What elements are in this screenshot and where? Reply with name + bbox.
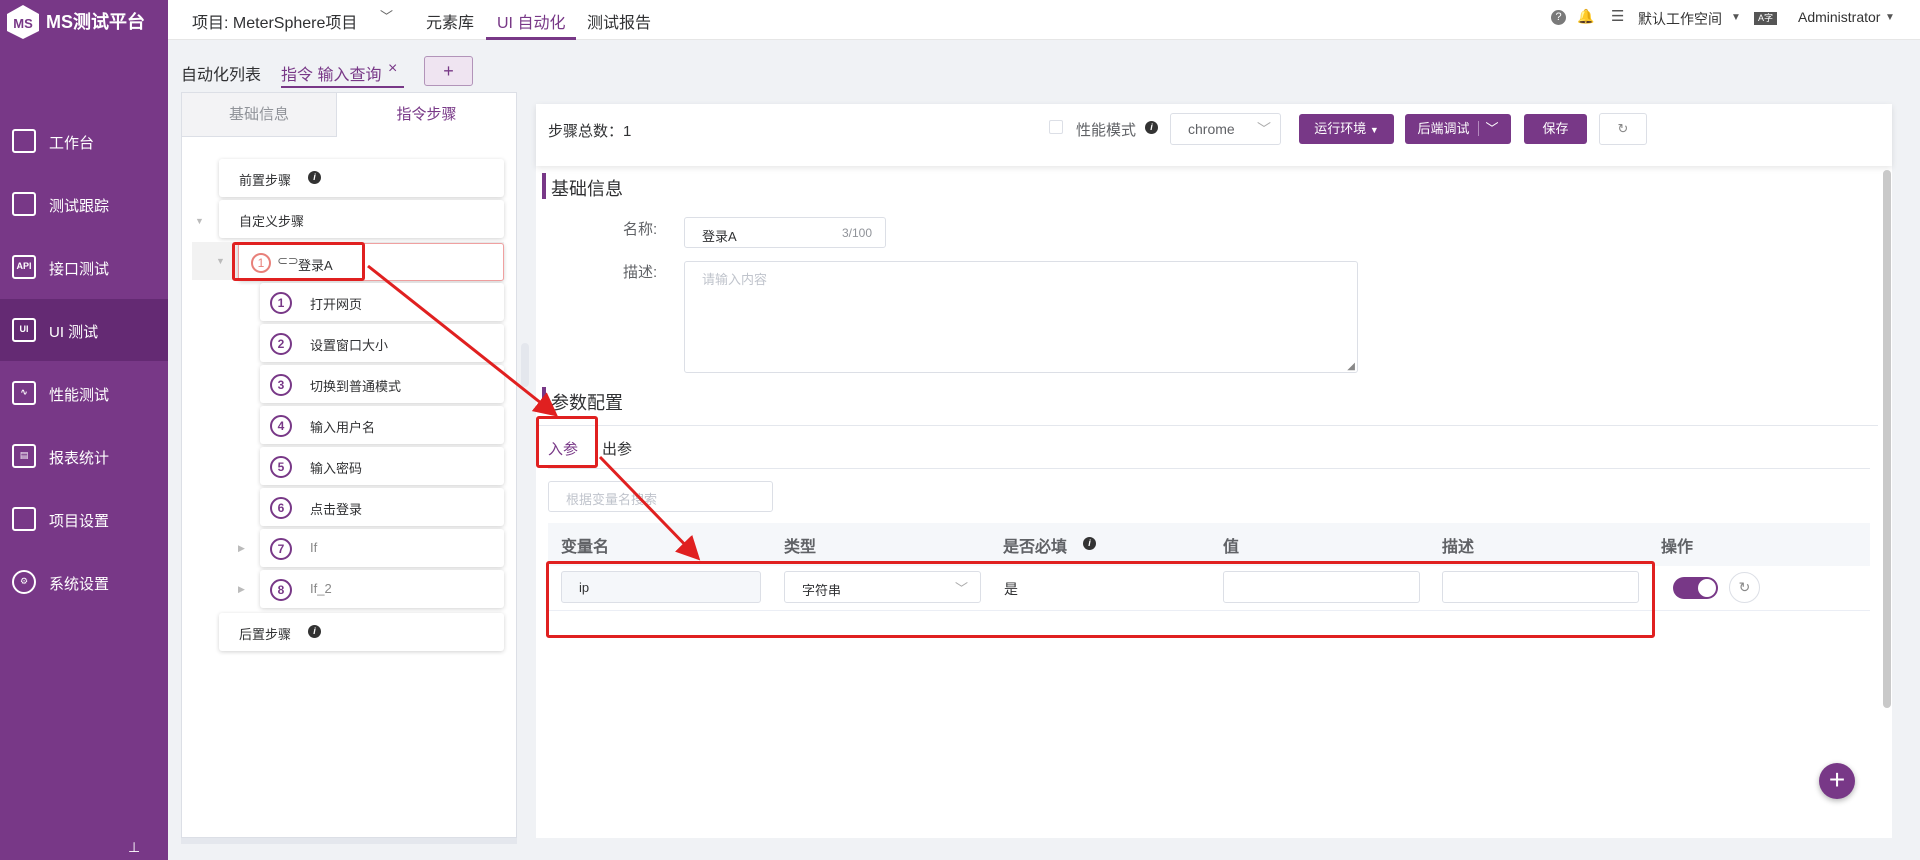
arrow-line — [598, 455, 701, 561]
arrow-line — [367, 264, 559, 417]
scrollbar[interactable] — [1883, 170, 1891, 708]
horizontal-scrollbar[interactable] — [181, 838, 517, 844]
add-step-fab[interactable]: + — [1819, 763, 1855, 799]
annotation-arrows — [367, 264, 701, 561]
